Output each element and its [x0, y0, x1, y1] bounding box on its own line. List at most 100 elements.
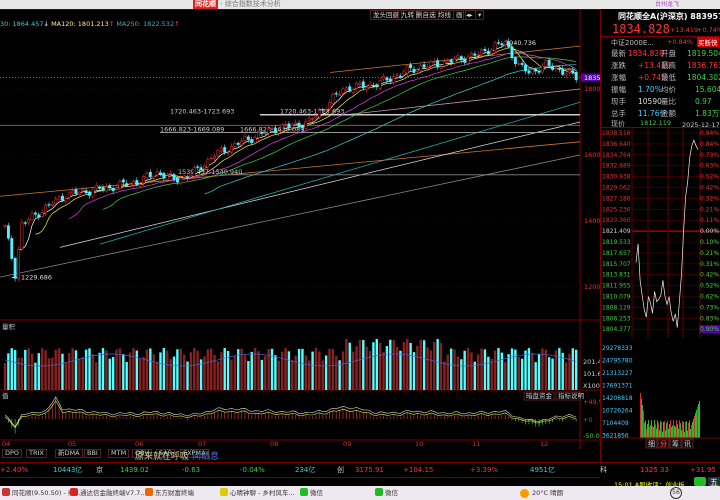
intraday-tab-label[interactable]: 筹 — [672, 439, 679, 448]
intraday-volume-bar — [663, 421, 664, 438]
intraday-volume-bar — [697, 407, 698, 438]
volume-bar — [547, 357, 551, 390]
quote-label: 总手 — [611, 109, 626, 118]
volume-bar — [145, 349, 149, 390]
intraday-volume-bar — [683, 422, 684, 438]
volume-bar — [324, 355, 328, 390]
user-name[interactable]: 台州龙飞 — [655, 0, 679, 9]
volume-bar — [17, 357, 20, 390]
intraday-tab-label[interactable]: 分 — [660, 439, 667, 448]
level-label: 1720.463-1723.693 — [280, 108, 344, 116]
lyric-text: 原来就在呼吸 — [135, 452, 190, 462]
intraday-volume-bar — [667, 420, 668, 438]
ticker-item: 创 — [337, 466, 344, 474]
candle — [348, 86, 352, 92]
divider — [0, 462, 720, 463]
candle — [202, 165, 206, 170]
dea-line — [4, 400, 577, 429]
app-icon — [2, 488, 10, 496]
trade-button[interactable]: 买断快 — [697, 37, 719, 47]
volume-bar — [429, 350, 433, 390]
indicator-tab-新dma[interactable]: 新DMA — [55, 449, 83, 458]
candle — [388, 78, 392, 82]
intraday-volume-bar — [681, 430, 682, 438]
month-label: 06 — [135, 440, 143, 448]
volume-bar — [345, 339, 348, 390]
indicator-tab-trix[interactable]: TRIX — [26, 449, 47, 458]
candle — [17, 249, 20, 279]
candle — [263, 132, 267, 135]
volume-bar — [399, 350, 402, 390]
app-icon — [145, 488, 153, 496]
candle — [104, 186, 108, 192]
taskbar-item[interactable]: 同花顺(9.50.50) - 综... — [2, 488, 81, 499]
intraday-volume-bar — [644, 422, 645, 438]
volume-bar — [406, 339, 409, 390]
intraday-pct-label: 0.73% — [700, 152, 719, 159]
volume-bar — [88, 348, 91, 390]
volume-bar — [230, 359, 233, 390]
intraday-price-label: 1825.236 — [602, 206, 631, 213]
candle — [456, 55, 460, 58]
intraday-volume-label: 10726264 — [602, 408, 633, 415]
candle — [392, 76, 396, 84]
volume-bar — [558, 348, 561, 390]
candle — [483, 48, 487, 51]
intraday-price-label: 1806.253 — [602, 315, 631, 322]
intraday-pct-label: 0.73% — [700, 304, 719, 311]
intraday-tab-label[interactable]: 讯 — [684, 440, 691, 448]
volume-bar — [416, 345, 419, 390]
candle — [368, 83, 372, 87]
ticker-item: -0.63 — [182, 466, 201, 474]
volume-bar — [149, 348, 152, 390]
candle — [145, 173, 149, 179]
intraday-volume-bar — [699, 401, 700, 438]
indicator-tab-bbi[interactable]: BBI — [84, 449, 101, 458]
candle — [530, 69, 534, 74]
indicator-tab-mtm[interactable]: MTM — [108, 449, 130, 458]
candle — [534, 68, 538, 72]
weather-text[interactable]: 20°C 晴朗 — [532, 488, 563, 499]
candle — [317, 110, 321, 118]
intraday-tab-label[interactable]: 细 — [648, 439, 655, 448]
indicator-tab-dpo[interactable]: DPO — [2, 449, 23, 458]
candle — [199, 167, 203, 171]
candle — [469, 53, 473, 57]
taskbar-item[interactable]: 通达信金融终端V7.7... — [70, 488, 146, 499]
intraday-price-label: 1819.533 — [602, 239, 631, 246]
toolbar-button[interactable]: ▾ — [475, 10, 485, 20]
intraday-volume-bar — [653, 426, 654, 438]
app-icon — [375, 488, 383, 496]
taskbar-item[interactable]: 心晴钟聊 - 乡村风车... — [220, 488, 295, 499]
candle — [459, 56, 463, 61]
taskbar-item[interactable]: 微信 — [300, 488, 323, 499]
kline-chart[interactable]: 1800 1600 1400 1200 1835 1720.463-1723.693 172… — [0, 10, 600, 488]
intraday-volume-bar — [677, 424, 678, 438]
intraday-volume-bar — [691, 425, 692, 438]
ticker-item: 1439.02 — [120, 466, 149, 474]
volume-bar — [321, 360, 324, 390]
toolbar-button[interactable]: ◂▸ — [463, 10, 476, 20]
volume-bar — [520, 358, 524, 390]
volume-bar — [182, 354, 186, 390]
taskbar-item[interactable]: 微信 — [375, 488, 398, 499]
candle — [273, 128, 277, 134]
volume-bar — [402, 342, 406, 390]
intraday-volume-bar — [685, 421, 686, 438]
quote-price: 1834.828 — [612, 22, 670, 36]
volume-bar — [132, 348, 135, 390]
notification-badge[interactable]: 56 — [670, 487, 682, 499]
toolbar-button[interactable]: 均线 — [435, 10, 454, 20]
volume-bar — [443, 361, 446, 390]
volume-bar — [331, 348, 335, 390]
ma5-line — [18, 43, 577, 251]
taskbar-item[interactable]: 东方财富终端 — [145, 488, 194, 499]
candle — [500, 43, 504, 46]
app-icon[interactable] — [694, 477, 706, 486]
volume-bar — [10, 348, 13, 390]
candle — [344, 87, 348, 91]
candle — [307, 117, 311, 121]
intraday-volume-bar — [690, 428, 691, 438]
intraday-chart[interactable]: 1838.516 0.94% 1836.640 0.84% 1834.764 0.73% 1… — [600, 128, 720, 460]
intraday-volume-label: 21313227 — [602, 370, 633, 377]
